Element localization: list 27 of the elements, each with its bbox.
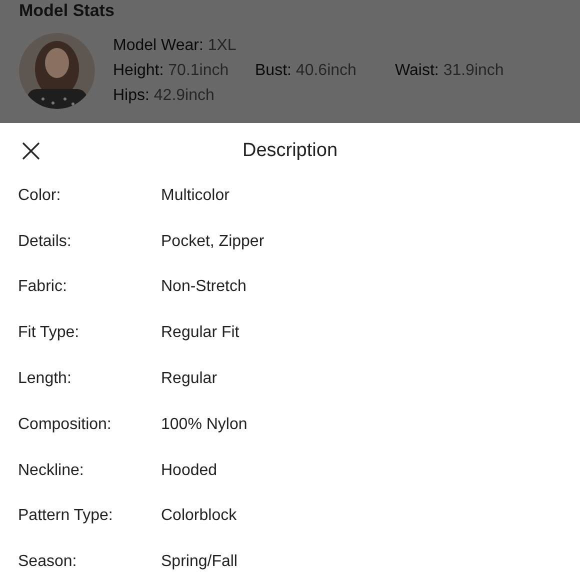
close-icon	[22, 142, 40, 160]
attribute-value: Pocket, Zipper	[161, 232, 264, 252]
model-stat: Height: 70.1inch	[113, 61, 230, 81]
close-button[interactable]	[20, 140, 42, 162]
attribute-value: Regular	[161, 369, 218, 390]
model-stat: Waist: 31.9inch	[395, 61, 505, 81]
attribute-value: Regular Fit	[161, 323, 240, 344]
model-stat: Bust: 40.6inch	[255, 61, 358, 81]
attribute-label: Neckline:	[18, 460, 85, 481]
attribute-value: Hooded	[161, 460, 218, 481]
model-stat: Model Wear: 1XL	[113, 36, 238, 56]
attribute-label: Fabric:	[18, 277, 68, 298]
attribute-label: Length:	[18, 369, 72, 390]
attribute-label: Pattern Type:	[18, 506, 114, 526]
attribute-value: Multicolor	[161, 186, 230, 206]
attribute-label: Details:	[18, 232, 72, 252]
attribute-label: Composition:	[18, 414, 112, 435]
attribute-value: Colorblock	[161, 506, 237, 526]
attribute-label: Color:	[18, 186, 62, 206]
attribute-value: Spring/Fall	[161, 552, 238, 572]
attribute-label: Fit Type:	[18, 323, 80, 344]
attribute-label: Season:	[18, 552, 78, 572]
attribute-value: Non-Stretch	[161, 277, 246, 298]
model-stat: Hips: 42.9inch	[113, 86, 216, 106]
attribute-value: 100% Nylon	[161, 414, 248, 435]
section-title: Model Stats	[19, 1, 116, 21]
sheet-title: Description	[242, 138, 338, 163]
